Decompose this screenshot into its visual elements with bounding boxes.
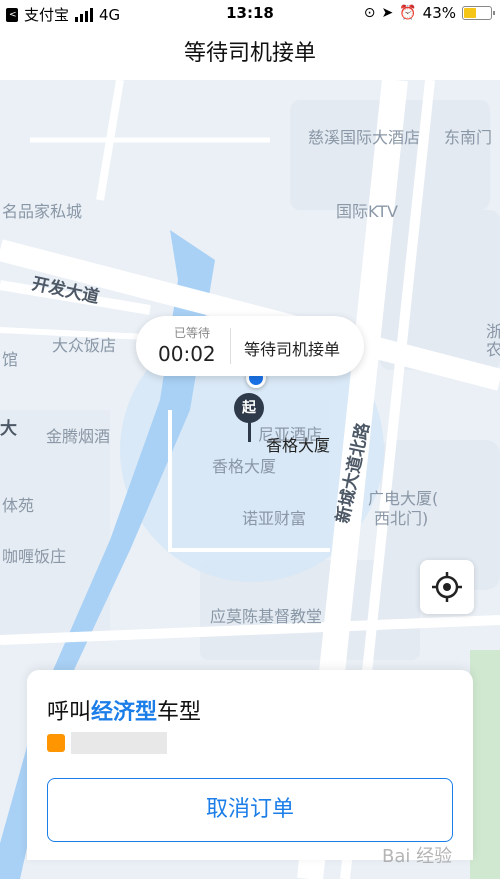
battery-percent: 43% [422, 4, 456, 22]
order-card: 呼叫经济型车型 取消订单 [27, 670, 473, 860]
map-label: 金腾烟酒 [46, 427, 111, 446]
title-suffix: 车型 [157, 700, 202, 725]
map-label: 国际KTV [336, 202, 398, 221]
map-label: 农 [486, 340, 500, 359]
start-pin-stem [248, 422, 251, 442]
map-label: 慈溪国际大酒店 [308, 128, 421, 147]
map-label: 咖喱饭庄 [2, 547, 67, 566]
alarm-icon: ⏰ [399, 5, 417, 21]
status-bar: < 支付宝 4G 13:18 ⊙ ➤ ⏰ 43% [0, 0, 500, 28]
rotation-lock-icon: ⊙ [363, 5, 376, 21]
timer-label: 已等待 [174, 326, 211, 340]
map-label: 东南门 [444, 128, 493, 147]
locate-me-button[interactable] [420, 560, 474, 614]
page-title: 等待司机接单 [0, 28, 500, 80]
map-label: 诺亚财富 [242, 509, 307, 528]
provider-name-blurred [71, 732, 167, 754]
wait-status-text: 等待司机接单 [244, 340, 341, 359]
battery-icon [462, 6, 495, 20]
road-label: 大 [0, 419, 17, 439]
title-prefix: 呼叫 [47, 700, 92, 725]
map-label: 应莫陈基督教堂 [210, 607, 323, 626]
map-label: 香格大厦 [212, 457, 277, 476]
map-label: 大众饭店 [52, 336, 117, 355]
map-label: 体苑 [2, 496, 35, 515]
cancel-order-button[interactable]: 取消订单 [47, 778, 453, 842]
start-location-label: 香格大厦 [266, 436, 331, 455]
bubble-divider [230, 328, 231, 364]
wait-status-bubble: 已等待 00:02 等待司机接单 [136, 316, 364, 376]
crosshair-icon [432, 572, 462, 602]
map-label: 名品家私城 [2, 202, 83, 221]
wait-timer: 00:02 [158, 342, 216, 366]
map-label: 西北门) [374, 509, 429, 528]
ride-type-title: 呼叫经济型车型 [47, 694, 201, 726]
ride-type-highlight: 经济型 [91, 700, 158, 725]
location-arrow-icon: ➤ [381, 5, 394, 21]
map-label: 馆 [2, 350, 19, 369]
provider-logo-icon [47, 734, 65, 752]
watermark: Bai 经验 [382, 846, 453, 867]
start-pin-icon: 起 [234, 393, 264, 423]
